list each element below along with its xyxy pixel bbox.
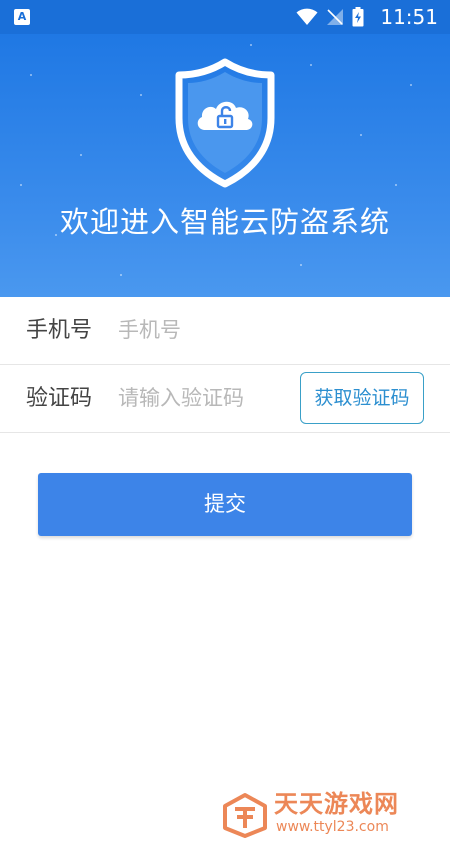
verification-code-label: 验证码 — [26, 386, 93, 411]
welcome-title: 欢迎进入智能云防盗系统 — [59, 205, 390, 239]
battery-charging-icon — [352, 7, 364, 27]
watermark-logo-icon — [223, 793, 267, 838]
status-time: 11:51 — [380, 5, 438, 29]
header-banner: 欢迎进入智能云防盗系统 — [0, 34, 450, 297]
status-bar: A 11:51 — [0, 0, 450, 34]
status-icons — [296, 6, 364, 28]
verification-code-input[interactable] — [118, 381, 288, 415]
watermark: 天天游戏网 www.ttyl23.com — [222, 788, 432, 840]
phone-row: 手机号 — [0, 298, 450, 365]
login-screen: A 11:51 欢迎进入智能云防盗系统 手机号 手机号 验证码 请输入验证码 获… — [0, 0, 450, 850]
submit-button[interactable]: 提交 — [38, 473, 412, 536]
verification-code-row: 验证码 获取验证码 — [0, 366, 450, 433]
get-code-button[interactable]: 获取验证码 — [300, 372, 424, 424]
app-notification-icon: A — [14, 9, 30, 25]
watermark-url: www.ttyl23.com — [276, 819, 389, 835]
wifi-icon — [296, 8, 318, 25]
watermark-name: 天天游戏网 — [274, 790, 399, 818]
phone-label: 手机号 — [26, 318, 93, 343]
no-signal-icon — [327, 9, 343, 25]
shield-cloud-unlock-icon — [175, 58, 275, 188]
phone-input[interactable] — [118, 313, 288, 347]
